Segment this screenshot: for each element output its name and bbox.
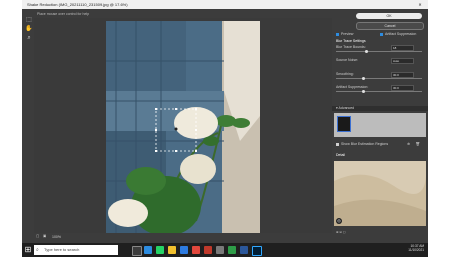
blur-trace-settings-heading: Blur Trace Settings bbox=[336, 39, 366, 43]
advanced-section[interactable]: ▾ Advanced bbox=[332, 106, 428, 111]
windows-start-icon[interactable]: ⊞ bbox=[24, 246, 32, 254]
artifact-suppression-slider[interactable] bbox=[336, 89, 422, 93]
window-title: Shake Reduction (IMG_20211110_231509.jpg… bbox=[27, 2, 128, 7]
taskbar: ⊞ ⌕ Type here to search 10:37 AM 11/10/2… bbox=[22, 243, 428, 257]
search-placeholder: Type here to search bbox=[44, 247, 80, 252]
artifact-suppression-checkbox[interactable] bbox=[380, 32, 383, 36]
excel-icon[interactable] bbox=[228, 246, 236, 254]
show-blur-regions-label: Show Blur Estimation Regions bbox=[341, 142, 389, 146]
blur-trace-bounds-slider[interactable] bbox=[336, 49, 422, 53]
artifact-suppression-label: Artifact Suppression bbox=[385, 32, 417, 36]
help-hint: Place mouse over control for help bbox=[37, 12, 90, 16]
app-icon[interactable] bbox=[204, 246, 212, 254]
show-blur-regions-row: Show Blur Estimation Regions bbox=[336, 142, 424, 147]
search-icon: ⌕ bbox=[36, 247, 39, 253]
detail-loupe[interactable]: ◎ bbox=[334, 161, 426, 226]
blur-estimation-tool-icon[interactable]: ⬚ bbox=[25, 16, 33, 24]
zoom-controls: ▢ ▣ 100% bbox=[34, 233, 332, 241]
title-bar: Shake Reduction (IMG_20211110_231509.jpg… bbox=[22, 0, 428, 9]
task-view-icon[interactable] bbox=[132, 246, 142, 256]
file-explorer-icon[interactable] bbox=[168, 246, 176, 254]
blur-estimates-area bbox=[334, 113, 426, 137]
zoom-tool-icon[interactable]: ⌕ bbox=[25, 34, 33, 42]
hand-tool-icon[interactable]: ✋ bbox=[25, 25, 33, 33]
actual-size-icon[interactable]: ▣ bbox=[43, 234, 46, 238]
ok-button[interactable]: OK bbox=[356, 13, 422, 19]
app-icon[interactable] bbox=[216, 246, 224, 254]
taskbar-search-input[interactable]: ⌕ Type here to search bbox=[34, 245, 118, 255]
edge-icon[interactable] bbox=[180, 246, 188, 254]
detail-heading: Detail bbox=[336, 153, 345, 157]
shake-reduction-window: Shake Reduction (IMG_20211110_231509.jpg… bbox=[22, 0, 428, 243]
loupe-icon[interactable]: ◎ bbox=[336, 218, 342, 224]
browser-icon[interactable] bbox=[144, 246, 152, 254]
clock-date: 11/10/2021 bbox=[408, 248, 424, 252]
slider-thumb[interactable] bbox=[365, 49, 369, 53]
cancel-button[interactable]: Cancel bbox=[356, 22, 424, 30]
image-preview bbox=[106, 21, 260, 233]
smoothing-slider[interactable] bbox=[336, 76, 422, 80]
slider-thumb[interactable] bbox=[361, 76, 365, 80]
show-blur-regions-checkbox[interactable] bbox=[336, 142, 339, 146]
source-noise-select[interactable]: Auto bbox=[391, 58, 414, 64]
photoshop-icon[interactable] bbox=[252, 246, 262, 256]
photo-illustration bbox=[106, 21, 260, 233]
advanced-label: Advanced bbox=[338, 106, 355, 110]
fit-icon[interactable]: ▢ bbox=[36, 234, 39, 238]
blur-trace-thumbnail[interactable] bbox=[337, 116, 351, 132]
close-icon[interactable]: ✕ bbox=[416, 0, 424, 9]
settings-panel: OK Cancel Preview Artifact Suppression B… bbox=[332, 9, 428, 243]
slider-thumb[interactable] bbox=[361, 89, 365, 93]
word-icon[interactable] bbox=[240, 246, 248, 254]
zoom-value[interactable]: 100% bbox=[52, 235, 61, 239]
detail-zoom-icons[interactable]: ⊕ ⊖ ▢ bbox=[336, 230, 346, 234]
preview-label: Preview bbox=[341, 32, 354, 36]
delete-region-icon[interactable]: 🗑 bbox=[416, 142, 420, 146]
add-region-icon[interactable]: ⊕ bbox=[407, 142, 410, 146]
artifact-suppression-row: Artifact Suppression bbox=[380, 32, 424, 37]
preview-checkbox[interactable] bbox=[336, 32, 339, 36]
system-tray[interactable]: 10:37 AM 11/10/2021 bbox=[408, 244, 424, 252]
chrome-icon[interactable] bbox=[192, 246, 200, 254]
detail-preview bbox=[334, 161, 426, 226]
whatsapp-icon[interactable] bbox=[156, 246, 164, 254]
